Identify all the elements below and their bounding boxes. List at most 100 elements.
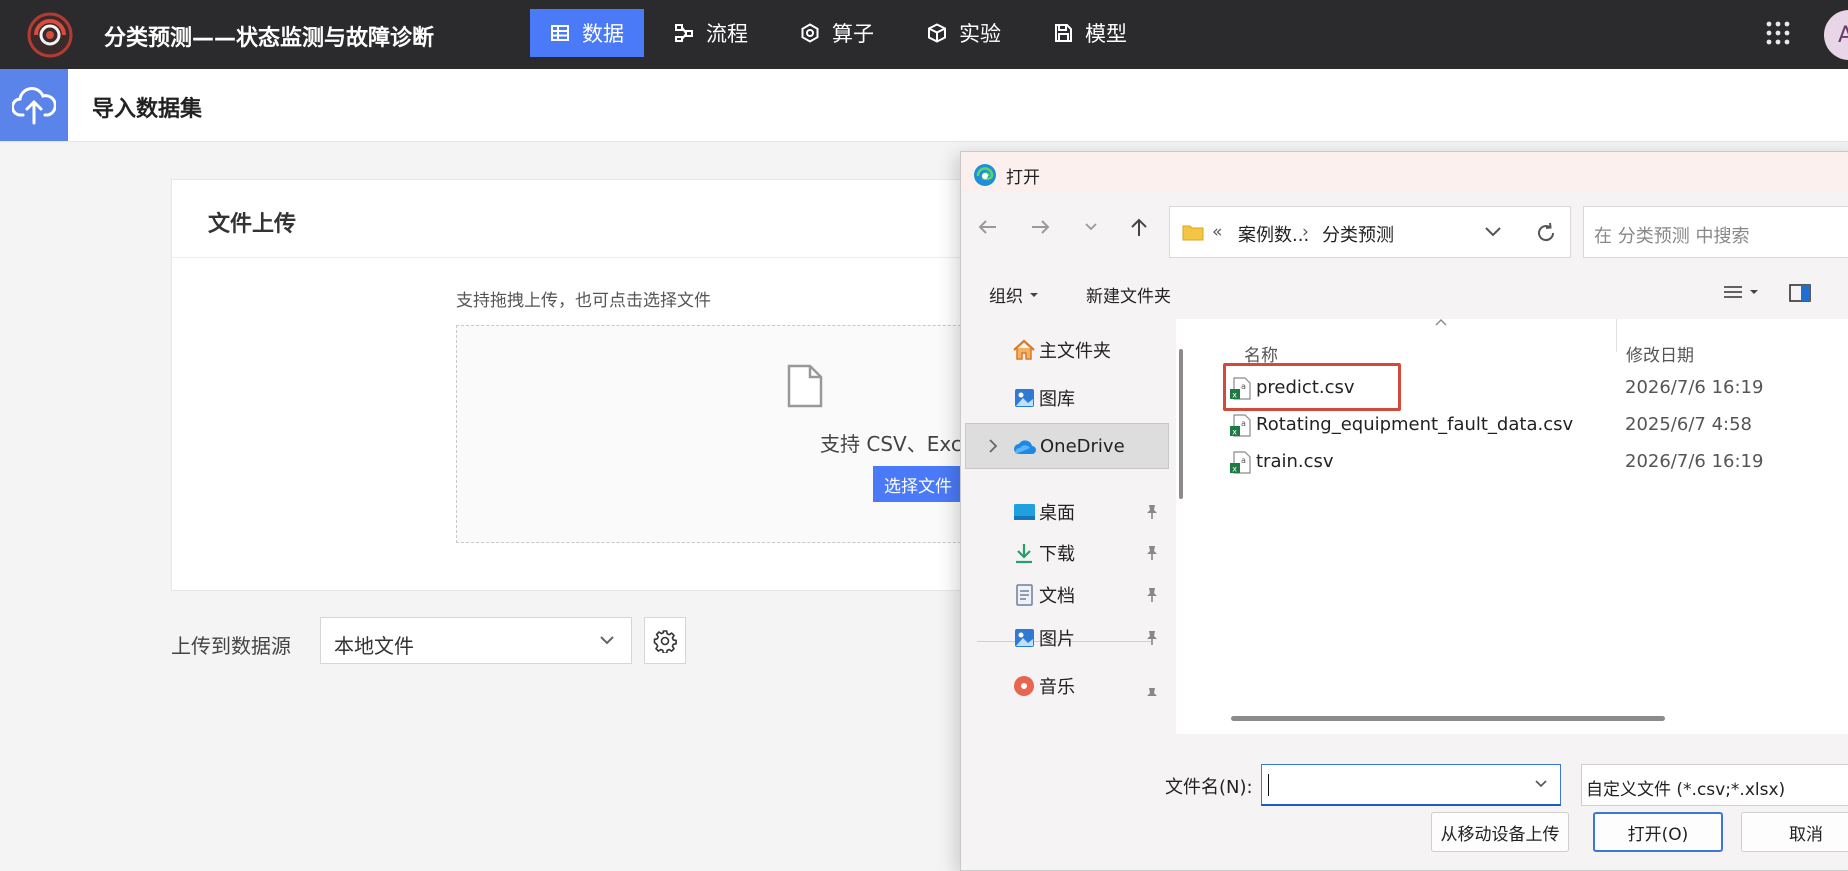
dialog-titlebar: 打开 — [961, 152, 1848, 192]
back-arrow-icon[interactable] — [973, 212, 1003, 242]
dialog-address-area: « 案例数... › 分类预测 在 分类预测 中搜索 — [961, 192, 1848, 268]
pin-icon[interactable] — [1145, 587, 1159, 603]
highlight-box — [1223, 363, 1401, 411]
cloud-upload-icon — [0, 69, 68, 141]
breadcrumb-parent[interactable]: 案例数... — [1238, 221, 1309, 247]
filename-input[interactable] — [1261, 764, 1561, 806]
page-title: 导入数据集 — [92, 97, 203, 122]
column-header-modified[interactable]: 修改日期 — [1626, 341, 1694, 366]
csv-file-icon: xa — [1230, 414, 1251, 437]
gallery-icon — [1015, 389, 1034, 407]
recent-locations-chevron-icon[interactable] — [1076, 212, 1106, 242]
column-separator[interactable] — [1616, 319, 1617, 352]
download-icon — [1016, 544, 1032, 564]
filename-label: 文件名(N): — [1165, 777, 1253, 798]
top-nav-bar: 分类预测——状态监测与故障诊断 数据 流程 算子 实验 模型 A — [0, 0, 1848, 69]
edge-browser-icon — [973, 163, 997, 187]
tab-flow-label: 流程 — [706, 22, 748, 46]
refresh-icon[interactable] — [1535, 222, 1557, 244]
nav-item-onedrive[interactable]: OneDrive — [965, 423, 1169, 469]
mobile-upload-button[interactable]: 从移动设备上传 — [1431, 812, 1569, 852]
nav-item-downloads[interactable]: 下载 — [961, 530, 1171, 576]
caret-down-icon — [1030, 292, 1038, 297]
avatar[interactable]: A — [1824, 10, 1848, 60]
dialog-footer: 文件名(N): 自定义文件 (*.csv;*.xlsx) 从移动设备上传 打开(… — [961, 734, 1848, 870]
pin-icon[interactable] — [1145, 630, 1159, 646]
up-arrow-icon[interactable] — [1124, 212, 1154, 242]
svg-text:a: a — [1241, 456, 1246, 465]
file-row[interactable]: xa train.csv 2026/7/6 16:19 — [1201, 443, 1848, 483]
search-placeholder: 在 分类预测 中搜索 — [1594, 226, 1750, 247]
dialog-title: 打开 — [1006, 168, 1040, 188]
list-view-icon — [1724, 286, 1742, 298]
datasource-settings-button[interactable] — [644, 617, 686, 664]
filetype-select[interactable]: 自定义文件 (*.csv;*.xlsx) — [1581, 764, 1848, 806]
cancel-button[interactable]: 取消 — [1741, 812, 1848, 852]
chevron-down-icon[interactable] — [1534, 779, 1548, 789]
file-list-hscrollbar[interactable] — [1231, 716, 1665, 721]
nav-item-label: 图库 — [1039, 389, 1075, 410]
organize-label: 组织 — [989, 287, 1023, 307]
forward-arrow-icon[interactable] — [1025, 212, 1055, 242]
tab-operator-label: 算子 — [832, 22, 874, 46]
file-list-pane: 名称 修改日期 xa predict.csv 2026/7/6 16:19 xa… — [1201, 319, 1848, 734]
tab-model[interactable]: 模型 — [1033, 9, 1147, 57]
chevron-down-icon — [600, 636, 614, 645]
app-title: 分类预测——状态监测与故障诊断 — [104, 26, 435, 51]
datasource-select[interactable]: 本地文件 — [320, 617, 632, 664]
chevron-right-icon[interactable] — [988, 438, 998, 454]
home-icon — [1013, 339, 1035, 360]
organize-menu[interactable]: 组织 — [989, 282, 1039, 307]
pin-icon[interactable] — [1145, 545, 1159, 561]
file-name: train.csv — [1256, 451, 1334, 472]
nav-pane-scrollbar[interactable] — [1179, 349, 1183, 499]
file-row[interactable]: xa Rotating_equipment_fault_data.csv 202… — [1201, 406, 1848, 446]
nav-item-label: 图片 — [1039, 629, 1075, 650]
filetype-value: 自定义文件 (*.csv;*.xlsx) — [1586, 780, 1786, 800]
save-icon — [1055, 24, 1072, 42]
open-file-dialog: 打开 « 案例数... › 分类预测 在 分类预测 中搜索 组织 新建文件夹 主… — [960, 151, 1848, 871]
desktop-icon — [1014, 504, 1035, 520]
open-button[interactable]: 打开(O) — [1593, 812, 1723, 852]
document-icon — [1016, 584, 1033, 606]
new-folder-label: 新建文件夹 — [1086, 287, 1171, 307]
datasource-label: 上传到数据源 — [171, 634, 291, 658]
breadcrumb-overflow[interactable]: « — [1212, 222, 1222, 242]
nav-item-desktop[interactable]: 桌面 — [961, 489, 1171, 535]
nav-item-label: OneDrive — [1040, 435, 1125, 457]
apps-grid-icon[interactable] — [1765, 20, 1791, 46]
nav-item-music[interactable]: 音乐 — [961, 659, 1171, 699]
text-caret — [1268, 774, 1269, 796]
chevron-down-icon[interactable] — [1484, 226, 1502, 238]
file-upload-card: 文件上传 支持拖拽上传，也可点击选择文件 支持 CSV、Exce 选择文件 — [171, 179, 1016, 591]
breadcrumb-current[interactable]: 分类预测 — [1322, 221, 1394, 247]
nav-item-documents[interactable]: 文档 — [961, 572, 1171, 618]
nav-item-gallery[interactable]: 图库 — [961, 375, 1171, 421]
tab-flow[interactable]: 流程 — [654, 9, 768, 57]
pin-icon[interactable] — [1145, 687, 1159, 699]
dialog-navigation-pane: 主文件夹 图库 OneDrive 桌面 下载 文档 图片 音乐 — [961, 319, 1176, 734]
tab-model-label: 模型 — [1085, 22, 1127, 46]
tab-data[interactable]: 数据 — [530, 9, 644, 57]
address-bar[interactable]: « 案例数... › 分类预测 — [1169, 206, 1571, 258]
tab-experiment[interactable]: 实验 — [907, 9, 1021, 57]
nav-item-label: 主文件夹 — [1039, 341, 1111, 362]
flow-icon — [675, 24, 693, 42]
card-divider — [172, 257, 1000, 258]
tab-experiment-label: 实验 — [959, 22, 1001, 46]
file-modified: 2026/7/6 16:19 — [1625, 377, 1764, 398]
gear-icon — [653, 629, 677, 653]
search-input[interactable]: 在 分类预测 中搜索 — [1583, 206, 1848, 258]
pin-icon[interactable] — [1145, 504, 1159, 520]
view-options-menu[interactable] — [1723, 284, 1759, 300]
nav-item-pictures[interactable]: 图片 — [961, 615, 1171, 661]
file-modified: 2026/7/6 16:19 — [1625, 451, 1764, 472]
nav-item-home[interactable]: 主文件夹 — [961, 327, 1171, 373]
nav-item-label: 音乐 — [1039, 677, 1075, 698]
app-logo-icon — [26, 11, 74, 59]
folder-icon — [1182, 225, 1204, 241]
tab-operator[interactable]: 算子 — [780, 9, 894, 57]
preview-pane-icon[interactable] — [1789, 284, 1811, 302]
new-folder-button[interactable]: 新建文件夹 — [1086, 282, 1171, 307]
caret-down-icon — [1750, 290, 1758, 294]
